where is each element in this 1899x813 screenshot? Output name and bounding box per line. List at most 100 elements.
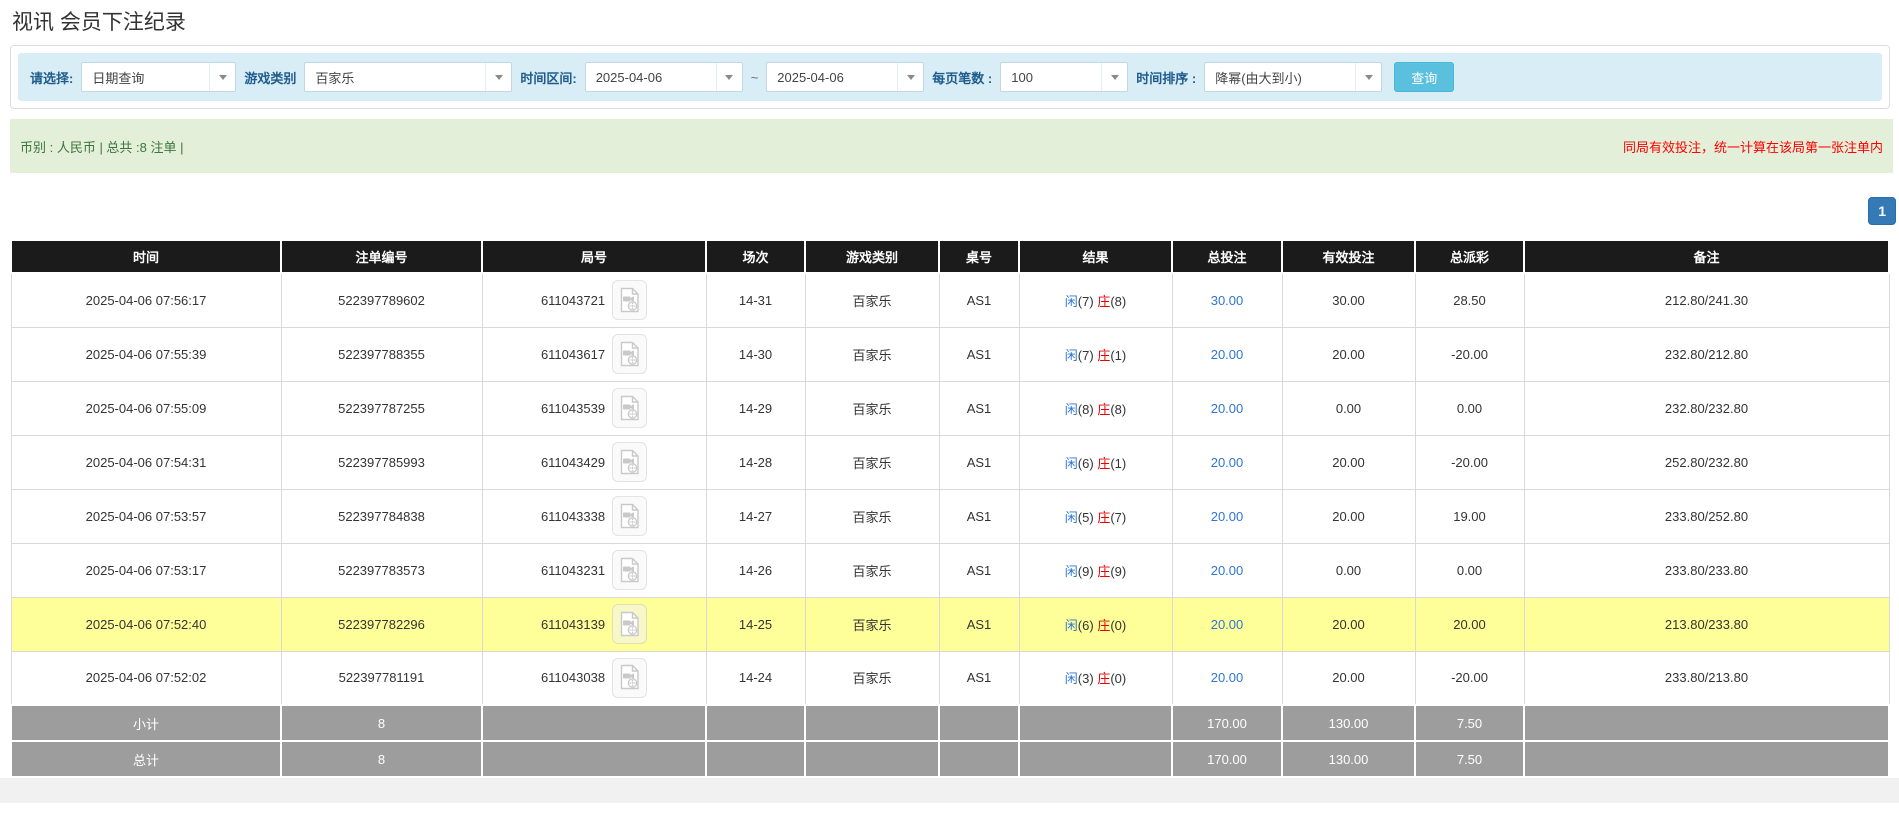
summary-cell: 170.00 xyxy=(1171,740,1283,778)
total-bet-link[interactable]: 20.00 xyxy=(1211,347,1244,362)
summary-cell: 小计 xyxy=(10,704,282,742)
summary-cell: 130.00 xyxy=(1281,740,1416,778)
summary-cell xyxy=(1523,740,1890,778)
game-type-cell: 百家乐 xyxy=(804,488,940,544)
round-cell: 611043429 xyxy=(481,434,707,490)
table-row: 2025-04-06 07:52:02 522397781191 6110430… xyxy=(10,650,1890,706)
summary-cell xyxy=(705,704,806,742)
total-bet-link[interactable]: 20.00 xyxy=(1211,509,1244,524)
video-replay-button[interactable] xyxy=(612,388,648,428)
round-id: 611043721 xyxy=(540,292,606,308)
round-id: 611043231 xyxy=(540,562,606,578)
summary-cell: 8 xyxy=(280,740,483,778)
valid-bet-cell: 0.00 xyxy=(1281,542,1416,598)
sort-order-select[interactable]: 降幂(由大到小) xyxy=(1204,62,1383,92)
bet-id-cell: 522397785993 xyxy=(280,434,483,490)
banker-label: 庄 xyxy=(1097,455,1111,471)
summary-cell: 7.50 xyxy=(1414,704,1525,742)
round-cell: 611043038 xyxy=(481,650,707,706)
table-row: 2025-04-06 07:54:31 522397785993 6110434… xyxy=(10,434,1890,490)
column-header: 局号 xyxy=(481,239,707,274)
player-score: (6) xyxy=(1077,455,1094,471)
total-bet-cell: 20.00 xyxy=(1171,380,1283,436)
player-label: 闲 xyxy=(1064,617,1078,633)
banker-label: 庄 xyxy=(1097,671,1111,687)
session-cell: 14-31 xyxy=(705,272,806,328)
video-replay-button[interactable] xyxy=(612,334,648,374)
remark-cell: 233.80/252.80 xyxy=(1523,488,1890,544)
banker-score: (0) xyxy=(1110,617,1127,633)
time-cell: 2025-04-06 07:53:57 xyxy=(10,488,282,544)
summary-cell: 7.50 xyxy=(1414,740,1525,778)
date-to-select[interactable]: 2025-04-06 xyxy=(766,62,925,92)
session-cell: 14-28 xyxy=(705,434,806,490)
page-size-select[interactable]: 100 xyxy=(1000,62,1129,92)
total-bet-link[interactable]: 20.00 xyxy=(1211,563,1244,578)
session-cell: 14-26 xyxy=(705,542,806,598)
video-replay-button[interactable] xyxy=(612,442,648,482)
column-header: 注单编号 xyxy=(280,239,483,274)
video-replay-button[interactable] xyxy=(612,604,648,644)
game-type-cell: 百家乐 xyxy=(804,272,940,328)
video-replay-button[interactable] xyxy=(612,550,648,590)
bet-id-cell: 522397788355 xyxy=(280,326,483,382)
round-id: 611043139 xyxy=(540,616,606,632)
search-button[interactable]: 查询 xyxy=(1394,62,1455,92)
date-from-select[interactable]: 2025-04-06 xyxy=(584,62,743,92)
payout-cell: -20.00 xyxy=(1414,326,1525,382)
video-file-icon xyxy=(620,395,639,420)
banker-label: 庄 xyxy=(1097,401,1111,417)
session-cell: 14-30 xyxy=(705,326,806,382)
video-replay-button[interactable] xyxy=(612,280,648,321)
total-bet-link[interactable]: 20.00 xyxy=(1211,455,1244,470)
video-replay-button[interactable] xyxy=(612,657,648,698)
game-type-cell: 百家乐 xyxy=(804,434,940,490)
total-bet-cell: 20.00 xyxy=(1171,326,1283,382)
game-type-label: 游戏类别 xyxy=(244,70,297,86)
table-number-cell: AS1 xyxy=(938,326,1020,382)
player-label: 闲 xyxy=(1064,455,1078,471)
date-range-separator: ~ xyxy=(750,69,759,85)
query-type-select[interactable]: 日期查询 xyxy=(81,62,237,92)
summary-cell xyxy=(804,740,940,778)
remark-cell: 252.80/232.80 xyxy=(1523,434,1890,490)
bet-id-cell: 522397784838 xyxy=(280,488,483,544)
total-bet-link[interactable]: 30.00 xyxy=(1211,293,1244,308)
chevron-down-icon xyxy=(715,63,742,91)
round-cell: 611043338 xyxy=(481,488,707,544)
game-type-cell: 百家乐 xyxy=(804,542,940,598)
valid-bet-cell: 0.00 xyxy=(1281,380,1416,436)
currency-total-text: 币别 : 人民币 | 总共 :8 注单 | xyxy=(20,139,184,155)
player-label: 闲 xyxy=(1064,509,1078,525)
time-cell: 2025-04-06 07:52:40 xyxy=(10,596,282,652)
filter-panel: 请选择: 日期查询 游戏类别 百家乐 时间区间: 2025-04-06 ~ 20… xyxy=(10,45,1890,109)
total-bet-link[interactable]: 20.00 xyxy=(1211,617,1244,632)
column-header: 备注 xyxy=(1523,239,1890,274)
player-label: 闲 xyxy=(1064,293,1078,309)
payout-cell: -20.00 xyxy=(1414,650,1525,706)
page-1-button[interactable]: 1 xyxy=(1868,197,1896,225)
summary-cell xyxy=(1018,740,1173,778)
player-label: 闲 xyxy=(1064,563,1078,579)
player-score: (9) xyxy=(1077,563,1094,579)
total-bet-cell: 30.00 xyxy=(1171,272,1283,328)
total-bet-link[interactable]: 20.00 xyxy=(1211,670,1244,685)
result-cell: 闲(9) 庄(9) xyxy=(1018,542,1173,598)
total-bet-cell: 20.00 xyxy=(1171,434,1283,490)
bet-id-cell: 522397782296 xyxy=(280,596,483,652)
valid-bet-notice: 同局有效投注，统一计算在该局第一张注单内 xyxy=(1622,139,1883,155)
total-bet-link[interactable]: 20.00 xyxy=(1211,401,1244,416)
video-replay-button[interactable] xyxy=(612,496,648,536)
total-bet-cell: 20.00 xyxy=(1171,542,1283,598)
remark-cell: 232.80/212.80 xyxy=(1523,326,1890,382)
summary-cell xyxy=(938,704,1020,742)
summary-cell xyxy=(1018,704,1173,742)
summary-cell xyxy=(1523,704,1890,742)
video-file-icon xyxy=(620,449,639,474)
player-score: (3) xyxy=(1077,671,1094,687)
game-type-select[interactable]: 百家乐 xyxy=(304,62,513,92)
payout-cell: -20.00 xyxy=(1414,434,1525,490)
valid-bet-cell: 20.00 xyxy=(1281,650,1416,706)
result-cell: 闲(3) 庄(0) xyxy=(1018,650,1173,706)
banker-score: (1) xyxy=(1110,347,1127,363)
